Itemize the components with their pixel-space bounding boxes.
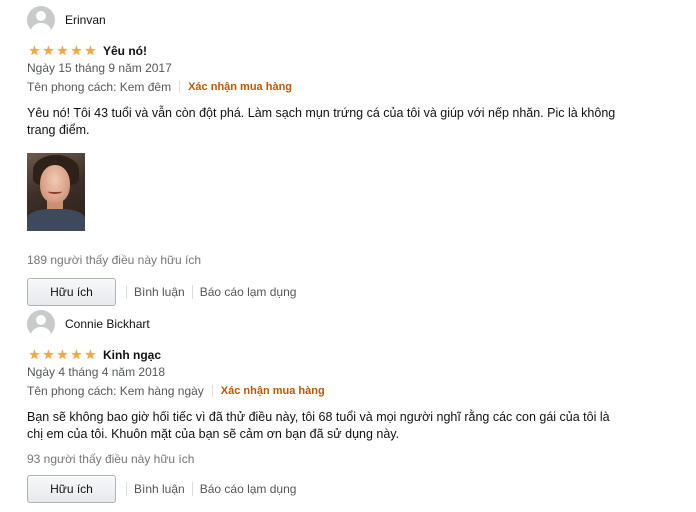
star-icon: ★ (28, 43, 41, 58)
star-icon: ★ (70, 347, 83, 362)
review-2: Connie Bickhart ★ ★ ★ ★ ★ Kinh ngạc Ngày… (27, 309, 667, 503)
helpful-button[interactable]: Hữu ích (27, 278, 116, 306)
report-abuse-link[interactable]: Báo cáo lạm dụng (200, 285, 297, 299)
helpful-count: 189 người thấy điều này hữu ích (27, 253, 202, 267)
divider (191, 482, 193, 496)
style-name[interactable]: Tên phong cách: Kem hàng ngày (27, 384, 204, 398)
review-photo[interactable] (27, 153, 85, 231)
verified-purchase-badge: Xác nhận mua hàng (220, 385, 325, 397)
review-title[interactable]: Yêu nó! (103, 44, 147, 58)
reviewer-name[interactable]: Erinvan (65, 13, 106, 27)
divider (126, 482, 127, 496)
divider (191, 285, 193, 299)
helpful-count: 93 người thấy điều này hữu ích (27, 452, 195, 466)
review-title[interactable]: Kinh ngạc (103, 348, 161, 362)
style-name[interactable]: Tên phong cách: Kem đêm (27, 80, 171, 94)
reviewer-profile[interactable]: Erinvan (27, 5, 667, 35)
reviewer-name[interactable]: Connie Bickhart (65, 317, 150, 331)
star-icon: ★ (56, 347, 69, 362)
comment-link[interactable]: Bình luận (134, 482, 185, 496)
avatar (27, 6, 55, 34)
verified-purchase-badge: Xác nhận mua hàng (188, 81, 293, 93)
star-rating[interactable]: ★ ★ ★ ★ ★ (27, 348, 97, 362)
review-date: Ngày 15 tháng 9 năm 2017 (27, 61, 172, 75)
divider (126, 285, 127, 299)
star-icon: ★ (84, 43, 97, 58)
star-rating[interactable]: ★ ★ ★ ★ ★ (27, 44, 97, 58)
review-1: Erinvan ★ ★ ★ ★ ★ Yêu nó! Ngày 15 tháng … (27, 5, 667, 306)
review-body: Bạn sẽ không bao giờ hối tiếc vì đã thử … (27, 410, 610, 441)
avatar (27, 310, 55, 338)
star-icon: ★ (28, 347, 41, 362)
helpful-button[interactable]: Hữu ích (27, 475, 116, 503)
star-icon: ★ (42, 43, 55, 58)
star-icon: ★ (70, 43, 83, 58)
review-date: Ngày 4 tháng 4 năm 2018 (27, 365, 166, 379)
divider (211, 385, 213, 397)
comment-link[interactable]: Bình luận (134, 285, 185, 299)
star-icon: ★ (42, 347, 55, 362)
review-body: Yêu nó! Tôi 43 tuổi và vẫn còn đột phá. … (27, 106, 616, 137)
report-abuse-link[interactable]: Báo cáo lạm dụng (200, 482, 297, 496)
reviewer-profile[interactable]: Connie Bickhart (27, 309, 667, 339)
star-icon: ★ (56, 43, 69, 58)
star-icon: ★ (84, 347, 97, 362)
divider (179, 81, 181, 93)
